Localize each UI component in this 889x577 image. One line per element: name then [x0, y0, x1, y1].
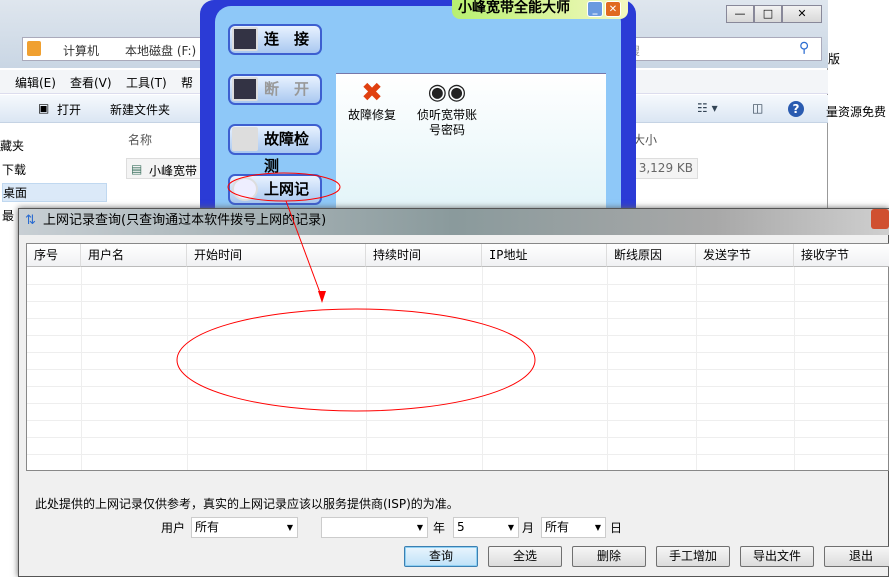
annotation-ellipse	[177, 309, 535, 411]
annotation-arrow	[286, 201, 322, 298]
annotation-arrowhead	[318, 291, 326, 303]
annotation-ellipse	[228, 173, 340, 201]
annotation-overlay	[0, 0, 889, 577]
